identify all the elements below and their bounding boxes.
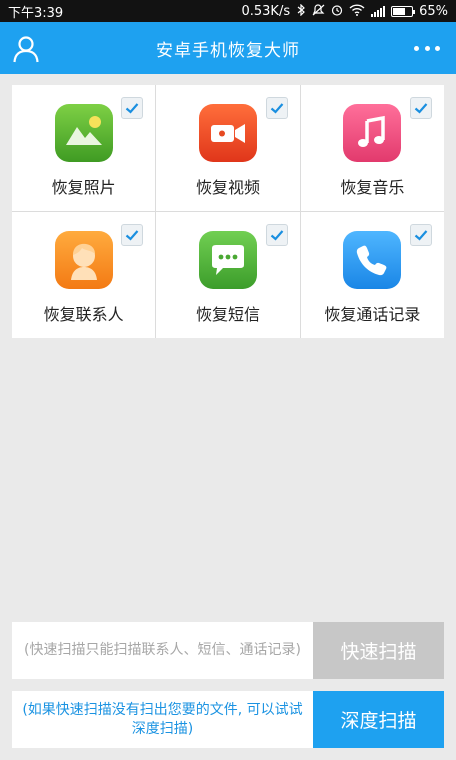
battery-icon (391, 5, 416, 17)
sms-icon (198, 231, 257, 289)
recover-sms-checkbox[interactable] (265, 224, 288, 246)
recovery-category-grid: 恢复照片 恢复视频 恢复音乐 恢复联系人 恢复短信 恢复通话记录 (12, 85, 444, 338)
recover-photos-tile[interactable]: 恢复照片 (12, 85, 156, 211)
recover-videos-tile[interactable]: 恢复视频 (156, 85, 300, 211)
bluetooth-icon (296, 3, 306, 18)
signal-icon (371, 5, 386, 17)
recover-music-checkbox[interactable] (409, 97, 432, 119)
recover-videos-label: 恢复视频 (195, 178, 260, 197)
recover-music-label: 恢复音乐 (340, 178, 405, 197)
music-icon (343, 104, 402, 162)
recover-call-log-checkbox[interactable] (409, 224, 432, 246)
call-icon (343, 231, 402, 289)
recover-music-tile[interactable]: 恢复音乐 (300, 85, 444, 211)
network-speed: 0.53K/s (241, 3, 291, 19)
recover-contacts-label: 恢复联系人 (43, 305, 124, 324)
contact-icon (54, 231, 113, 289)
recover-call-log-tile[interactable]: 恢复通话记录 (300, 212, 444, 338)
recover-photos-label: 恢复照片 (51, 178, 116, 197)
mute-icon (312, 4, 325, 18)
app-header: 安卓手机恢复大师 (0, 22, 456, 74)
recover-contacts-tile[interactable]: 恢复联系人 (12, 212, 156, 338)
recover-sms-label: 恢复短信 (195, 305, 260, 324)
recover-call-log-label: 恢复通话记录 (324, 305, 421, 324)
deep-scan-button[interactable]: 深度扫描 (313, 691, 444, 748)
page-title: 安卓手机恢复大师 (156, 40, 300, 61)
quick-scan-row: (快速扫描只能扫描联系人、短信、通话记录) 快速扫描 (12, 622, 444, 679)
deep-scan-row: (如果快速扫描没有扫出您要的文件, 可以试试深度扫描) 深度扫描 (12, 691, 444, 748)
deep-scan-description: (如果快速扫描没有扫出您要的文件, 可以试试深度扫描) (12, 691, 313, 748)
quick-scan-button[interactable]: 快速扫描 (313, 622, 444, 679)
quick-scan-description: (快速扫描只能扫描联系人、短信、通话记录) (12, 622, 313, 679)
battery-percent: 65% (419, 3, 448, 19)
video-icon (198, 104, 257, 162)
status-bar: 下午3:39 0.53K/s 65% (0, 0, 456, 22)
photo-icon (54, 104, 113, 162)
recover-sms-tile[interactable]: 恢复短信 (156, 212, 300, 338)
recover-contacts-checkbox[interactable] (121, 224, 144, 246)
status-time: 下午3:39 (8, 5, 64, 21)
user-icon[interactable] (12, 35, 40, 63)
more-icon[interactable] (414, 37, 440, 59)
wifi-icon (349, 4, 365, 18)
recover-photos-checkbox[interactable] (121, 97, 144, 119)
alarm-icon (331, 4, 343, 18)
recover-videos-checkbox[interactable] (265, 97, 288, 119)
status-icons: 0.53K/s 65% (241, 4, 448, 19)
